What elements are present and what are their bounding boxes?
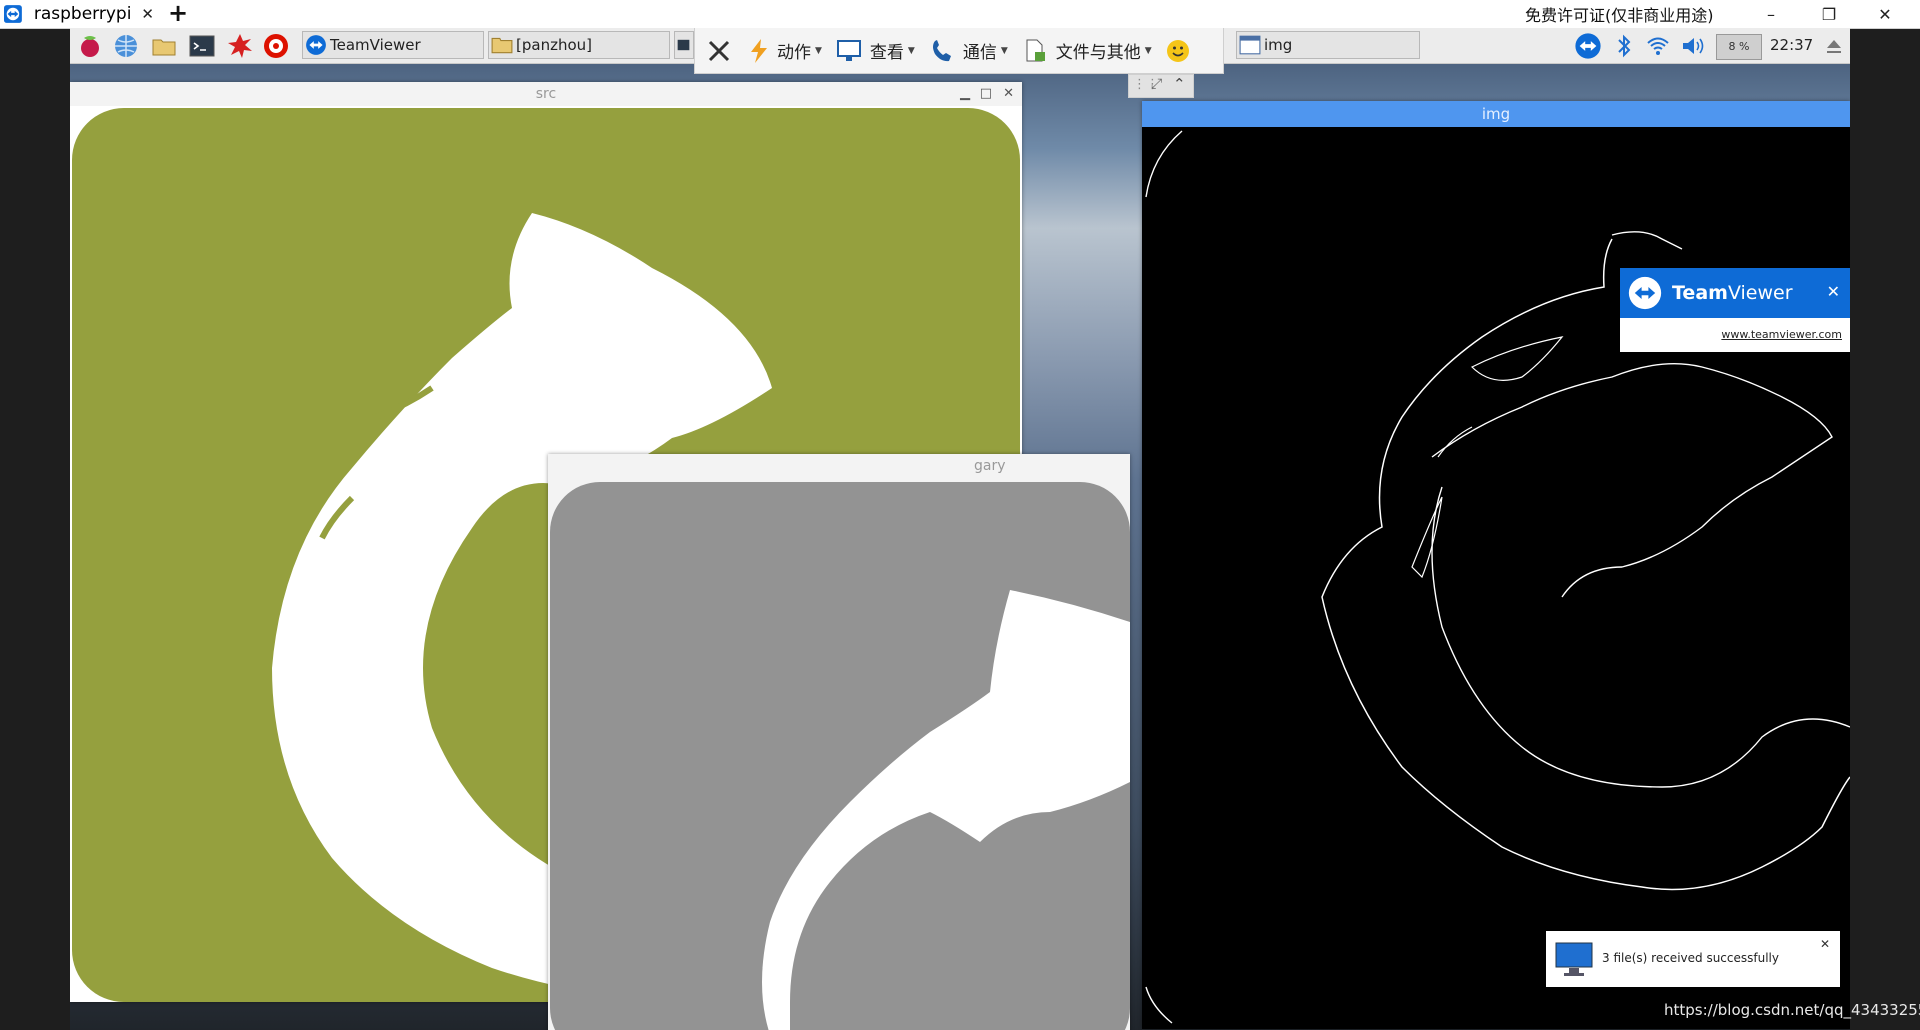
popup-brand-regular: Viewer: [1727, 282, 1793, 304]
toolbar-label: 文件与其他: [1055, 43, 1141, 63]
task-folder[interactable]: [panzhou]: [488, 31, 670, 59]
clock[interactable]: 22:37: [1770, 36, 1813, 54]
minimize-button[interactable]: ▁: [960, 86, 970, 101]
popup-brand-bold: Team: [1672, 282, 1728, 304]
host-tab-label: raspberrypi: [33, 4, 132, 24]
monitor-icon: [1555, 942, 1593, 976]
file-received-notification: 3 file(s) received successfully ✕: [1546, 931, 1840, 987]
image-gary: [550, 482, 1130, 1030]
bluetooth-icon[interactable]: [1614, 34, 1634, 58]
wolfram-icon[interactable]: [262, 32, 290, 60]
monitor-icon: [836, 39, 861, 61]
remote-desktop[interactable]: TeamViewer [panzhou] img 8 % 22:37 src ▁…: [70, 28, 1850, 1030]
popup-header: Team Viewer ✕: [1620, 268, 1850, 318]
file-manager-icon[interactable]: [150, 32, 178, 60]
teamviewer-popup: Team Viewer ✕ www.teamviewer.com: [1620, 268, 1850, 352]
maximize-button[interactable]: □: [980, 86, 992, 101]
notification-text: 3 file(s) received successfully: [1602, 951, 1779, 965]
teamviewer-icon: [306, 35, 326, 55]
close-button[interactable]: ✕: [1003, 86, 1014, 101]
file-icon: [1026, 39, 1045, 61]
window-title: gary: [974, 458, 1006, 474]
folder-icon: [491, 37, 513, 54]
toolbar-subbar: ⋮⋮ ⤢ ⌃: [1128, 74, 1194, 98]
restore-button[interactable]: ❐: [1806, 0, 1852, 28]
window-img: img: [1142, 101, 1850, 1029]
add-tab-button[interactable]: +: [168, 0, 188, 26]
teamviewer-icon: [4, 5, 22, 23]
toolbar-view[interactable]: 查看 ▼: [836, 38, 915, 64]
teamviewer-tray-icon[interactable]: [1574, 32, 1602, 60]
toolbar-files[interactable]: 文件与其他 ▼: [1022, 38, 1152, 64]
task-label: TeamViewer: [330, 36, 421, 54]
host-tab-close-button[interactable]: ✕: [141, 5, 154, 23]
toolbar-label: 动作: [777, 43, 811, 63]
task-teamviewer[interactable]: TeamViewer: [302, 31, 484, 59]
close-button[interactable]: ✕: [1862, 0, 1908, 28]
notification-close-button[interactable]: ✕: [1820, 937, 1830, 951]
watermark: https://blog.csdn.net/qq_43433255: [1664, 1001, 1920, 1019]
minimize-button[interactable]: –: [1748, 0, 1794, 28]
task-label: img: [1264, 36, 1293, 54]
window-icon: [1239, 35, 1261, 55]
teamviewer-toolbar: 动作 ▼ 查看 ▼ 通信 ▼ 文件与其他 ▼: [694, 28, 1224, 74]
wifi-icon[interactable]: [1646, 34, 1670, 58]
terminal-icon: [677, 39, 690, 51]
close-session-icon[interactable]: [705, 37, 733, 65]
fullscreen-icon[interactable]: ⤢: [1151, 76, 1162, 92]
math-icon[interactable]: [226, 32, 254, 60]
web-browser-icon[interactable]: [112, 32, 140, 60]
image-edges: [1145, 130, 1850, 1024]
volume-icon[interactable]: [1680, 34, 1706, 58]
window-title: img: [1142, 101, 1850, 127]
toolbar-actions[interactable]: 动作 ▼: [747, 38, 822, 64]
window-gary: gary: [548, 454, 1130, 1030]
host-tab[interactable]: raspberrypi ✕: [0, 0, 154, 28]
phone-icon: [932, 39, 951, 61]
task-img[interactable]: img: [1236, 31, 1420, 59]
license-notice: 免费许可证(仅非商业用途): [1525, 6, 1714, 25]
toolbar-communicate[interactable]: 通信 ▼: [929, 38, 1008, 64]
toolbar-label: 通信: [962, 43, 997, 63]
window-title: src: [70, 82, 1022, 106]
popup-close-button[interactable]: ✕: [1827, 282, 1840, 301]
task-terminal[interactable]: [674, 31, 694, 59]
eject-icon[interactable]: [1824, 36, 1844, 56]
task-label: [panzhou]: [516, 36, 592, 54]
terminal-icon[interactable]: [188, 32, 216, 60]
raspberry-menu-icon[interactable]: [76, 32, 104, 60]
cpu-monitor-icon[interactable]: 8 %: [1716, 34, 1762, 60]
smiley-icon[interactable]: [1166, 39, 1190, 63]
collapse-icon[interactable]: ⌃: [1173, 75, 1186, 93]
teamviewer-link[interactable]: www.teamviewer.com: [1721, 328, 1842, 341]
teamviewer-icon: [1628, 276, 1662, 310]
lightning-icon: [751, 38, 767, 63]
toolbar-label: 查看: [869, 43, 904, 63]
